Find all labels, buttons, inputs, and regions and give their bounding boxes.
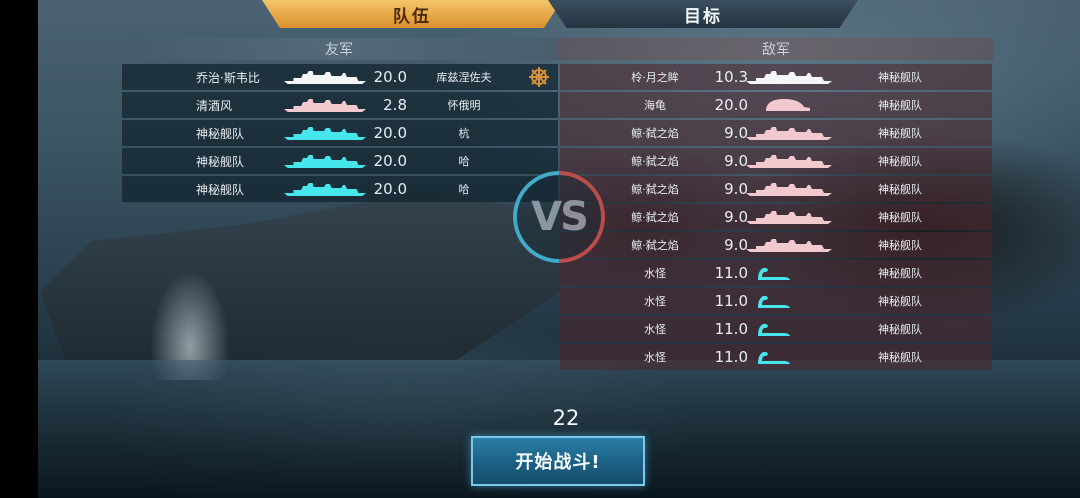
enemy-row[interactable]: 水怪 11.0 神秘舰队 [560,344,992,370]
friendly-row[interactable]: 神秘舰队 20.0 哈 [122,176,558,202]
start-battle-label: 开始战斗! [515,452,601,473]
enemy-ship-name: 水怪 [644,323,666,336]
versus-emblem: VS [507,165,611,269]
friendly-ship-level: 2.8 [383,96,407,114]
enemy-ship-level: 11.0 [714,292,748,310]
enemy-ship-name: 鲸·弑之焰 [631,211,679,224]
enemy-row[interactable]: 水怪 11.0 神秘舰队 [560,316,992,342]
enemy-row[interactable]: 海龟 20.0 神秘舰队 [560,92,992,118]
enemy-ship-name: 海龟 [644,99,666,112]
friendly-ship-name: 神秘舰队 [196,126,245,141]
ship-silhouette-icon [282,125,368,141]
countdown: 22 [552,406,580,430]
enemy-ship-level: 11.0 [714,320,748,338]
enemy-fleet-name: 神秘舰队 [878,323,922,336]
enemy-ship-level: 10.3 [714,68,748,86]
enemy-fleet-name: 神秘舰队 [878,127,922,140]
friendly-header: 友军 [120,38,558,60]
friendly-ship-level: 20.0 [373,180,407,198]
ship-silhouette-icon [744,125,834,141]
enemy-ship-level: 11.0 [714,264,748,282]
ship-silhouette-icon [744,237,834,253]
enemy-row[interactable]: 水怪 11.0 神秘舰队 [560,288,992,314]
friendly-captain-name: 怀俄明 [447,99,481,112]
ship-silhouette-icon [744,209,834,225]
friendly-captain-name: 杭 [458,127,470,140]
friendly-ship-name: 清酒风 [196,98,233,113]
enemy-ship-level: 9.0 [724,180,748,198]
enemy-header: 敌军 [558,38,994,60]
ship-silhouette-icon [282,69,368,85]
friendly-row[interactable]: 乔治·斯韦比 20.0 库兹涅佐夫 [122,64,558,90]
enemy-ship-level: 20.0 [714,96,748,114]
friendly-captain-name: 库兹涅佐夫 [436,71,492,84]
friendly-ship-level: 20.0 [373,68,407,86]
tab-team[interactable]: 队伍 [262,0,562,28]
ship-silhouette-icon [282,153,368,169]
friendly-ship-level: 20.0 [373,152,407,170]
ship-silhouette-icon [282,97,368,113]
enemy-fleet-name: 神秘舰队 [878,99,922,112]
enemy-fleet-name: 神秘舰队 [878,267,922,280]
enemy-ship-name: 鲸·弑之焰 [631,183,679,196]
turtle-silhouette-icon [744,97,834,113]
enemy-ship-level: 9.0 [724,208,748,226]
sea-monster-icon [744,321,834,337]
background-warship [40,190,560,360]
enemy-ship-name: 水怪 [644,295,666,308]
enemy-row[interactable]: 鲸·弑之焰 9.0 神秘舰队 [560,176,992,202]
enemy-fleet-name: 神秘舰队 [878,351,922,364]
sea-monster-icon [744,293,834,309]
enemy-ship-name: 鲸·弑之焰 [631,155,679,168]
friendly-ship-name: 神秘舰队 [196,182,245,197]
friendly-row[interactable]: 神秘舰队 20.0 哈 [122,148,558,174]
enemy-fleet-name: 神秘舰队 [878,295,922,308]
enemy-fleet-name: 神秘舰队 [878,183,922,196]
enemy-ship-name: 鲸·弑之焰 [631,239,679,252]
friendly-captain-name: 哈 [458,155,470,168]
enemy-fleet-name: 神秘舰队 [878,71,922,84]
enemy-fleet-name: 神秘舰队 [878,239,922,252]
ship-silhouette-icon [744,153,834,169]
ship-silhouette-icon [282,181,368,197]
left-black-bar [0,0,38,498]
enemy-row[interactable]: 水怪 11.0 神秘舰队 [560,260,992,286]
enemy-row[interactable]: 鲸·弑之焰 9.0 神秘舰队 [560,148,992,174]
enemy-row[interactable]: 鲸·弑之焰 9.0 神秘舰队 [560,204,992,230]
versus-label: VS [531,194,589,240]
enemy-row[interactable]: 柃·月之眸 10.3 神秘舰队 [560,64,992,90]
enemy-ship-level: 9.0 [724,236,748,254]
friendly-row[interactable]: 清酒风 2.8 怀俄明 [122,92,558,118]
friendly-ship-name: 神秘舰队 [196,154,245,169]
enemy-ship-name: 柃·月之眸 [631,71,679,84]
friendly-ship-name: 乔治·斯韦比 [196,70,260,85]
friendly-ship-level: 20.0 [373,124,407,142]
friendly-row[interactable]: 神秘舰队 20.0 杭 [122,120,558,146]
sea-monster-icon [744,265,834,281]
ship-wheel-icon [528,66,550,88]
sea-monster-icon [744,349,834,365]
ship-silhouette-icon [744,181,834,197]
tab-target-label: 目标 [684,6,722,27]
enemy-ship-level: 9.0 [724,152,748,170]
enemy-ship-level: 11.0 [714,348,748,366]
enemy-ship-level: 9.0 [724,124,748,142]
tab-target[interactable]: 目标 [548,0,858,28]
enemy-ship-name: 水怪 [644,351,666,364]
enemy-row[interactable]: 鲸·弑之焰 9.0 神秘舰队 [560,120,992,146]
enemy-ship-name: 水怪 [644,267,666,280]
enemy-fleet-name: 神秘舰队 [878,155,922,168]
friendly-captain-name: 哈 [458,183,470,196]
ship-silhouette-icon [744,69,834,85]
start-battle-button[interactable]: 开始战斗! [471,436,645,486]
tab-team-label: 队伍 [393,6,431,27]
enemy-ship-name: 鲸·弑之焰 [631,127,679,140]
enemy-fleet-name: 神秘舰队 [878,211,922,224]
enemy-row[interactable]: 鲸·弑之焰 9.0 神秘舰队 [560,232,992,258]
